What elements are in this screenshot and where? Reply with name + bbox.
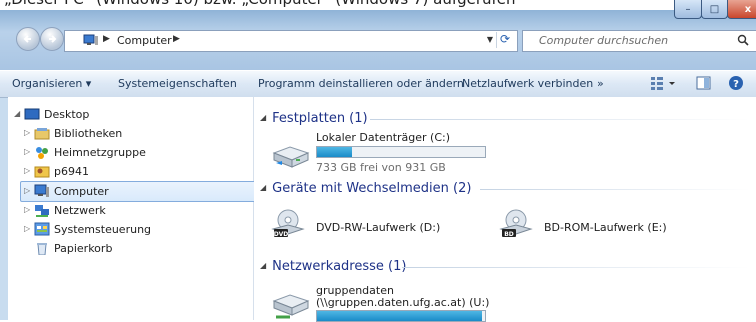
group-title: Geräte mit Wechselmedien (2) xyxy=(272,181,472,196)
group-divider xyxy=(370,119,750,120)
preview-pane-icon[interactable] xyxy=(696,75,712,91)
breadcrumb-computer[interactable]: Computer xyxy=(117,34,172,47)
bd-badge: BD xyxy=(504,231,514,238)
caption-text: „Dieser PC“ (Windows 10) bzw. „Computer“… xyxy=(4,0,516,8)
view-options-icon[interactable] xyxy=(650,75,678,91)
nav-item-network[interactable]: ▷ Netzwerk xyxy=(8,201,247,220)
group-divider xyxy=(402,267,750,268)
hard-disk-icon xyxy=(272,146,310,168)
forward-arrow-icon xyxy=(49,35,57,43)
nav-item-desktop[interactable]: ◢ Desktop xyxy=(8,105,247,124)
nav-item-computer[interactable]: ▷ Computer xyxy=(20,181,258,202)
forward-button[interactable] xyxy=(40,27,64,51)
dvd-drive-icon: DVD xyxy=(271,209,305,238)
computer-icon xyxy=(34,184,49,197)
computer-icon xyxy=(83,34,98,45)
collapsed-triangle-icon[interactable]: ▷ xyxy=(24,166,30,175)
collapsed-triangle-icon[interactable]: ▷ xyxy=(24,128,30,137)
network-icon xyxy=(35,205,49,217)
group-collapse-icon: ◢ xyxy=(260,183,267,192)
nav-label: Computer xyxy=(54,185,109,198)
drive-path: (\\gruppen.daten.ufg.ac.at) (U:) xyxy=(316,296,490,309)
address-dropdown-icon[interactable]: ▼ xyxy=(487,35,493,44)
drive-usage-bar xyxy=(316,310,486,322)
breadcrumb-chevron-icon[interactable]: ▶ xyxy=(173,34,180,44)
nav-item-libraries[interactable]: ▷ Bibliotheken xyxy=(8,124,247,143)
content-pane: ◢ Festplatten (1) Lokaler Datenträger (C:… xyxy=(254,97,756,322)
nav-item-recycle-bin[interactable]: Papierkorb xyxy=(8,239,247,258)
help-icon[interactable]: ? xyxy=(728,75,744,91)
refresh-icon[interactable]: ⟳ xyxy=(496,32,513,48)
nav-label: Papierkorb xyxy=(54,242,113,255)
collapsed-triangle-icon[interactable]: ▷ xyxy=(24,147,30,156)
collapsed-triangle-icon[interactable]: ▷ xyxy=(24,224,30,233)
homegroup-icon xyxy=(36,147,48,159)
drive-name: DVD-RW-Laufwerk (D:) xyxy=(316,221,441,234)
map-network-drive-button[interactable]: Netzlaufwerk verbinden xyxy=(462,77,593,90)
collapsed-triangle-icon[interactable]: ▷ xyxy=(24,205,30,214)
drive-free-space: 733 GB frei von 931 GB xyxy=(316,161,446,174)
breadcrumb-separator-icon[interactable]: ▶ xyxy=(103,34,110,44)
group-header-removable[interactable]: ◢ Geräte mit Wechselmedien (2) xyxy=(260,181,471,196)
navigation-pane: ◢ Desktop ▷ Bibliotheken ▷ Heimnetzgrupp… xyxy=(8,97,258,320)
group-collapse-icon: ◢ xyxy=(260,261,267,270)
collapsed-triangle-icon[interactable]: ▷ xyxy=(24,186,30,195)
recycle-bin-icon xyxy=(37,243,47,255)
drive-usage-bar xyxy=(316,146,486,158)
nav-label: Desktop xyxy=(44,108,90,121)
address-bar[interactable]: ▶ Computer ▶ ▼ ⟳ xyxy=(64,30,518,52)
organize-menu[interactable]: Organisieren ▾ xyxy=(12,77,91,90)
control-panel-icon xyxy=(34,222,50,236)
nav-label: Systemsteuerung xyxy=(54,223,152,236)
command-bar: Organisieren ▾ Systemeigenschaften Progr… xyxy=(0,70,756,98)
group-header-network-location[interactable]: ◢ Netzwerkadresse (1) xyxy=(260,259,406,274)
search-icon[interactable] xyxy=(737,34,749,46)
uninstall-program-button[interactable]: Programm deinstallieren oder ändern xyxy=(258,77,464,90)
nav-label: Bibliotheken xyxy=(54,127,123,140)
group-title: Festplatten (1) xyxy=(272,111,368,126)
close-button[interactable]: x xyxy=(727,0,756,19)
nav-label: Heimnetzgruppe xyxy=(54,146,146,159)
bd-drive-icon: BD xyxy=(499,209,533,238)
group-header-hard-disks[interactable]: ◢ Festplatten (1) xyxy=(260,111,368,126)
system-properties-button[interactable]: Systemeigenschaften xyxy=(118,77,237,90)
minimize-button[interactable]: – xyxy=(674,0,702,19)
back-arrow-icon xyxy=(23,35,31,43)
user-folder-icon xyxy=(34,166,50,178)
dvd-badge: DVD xyxy=(274,231,289,238)
drive-name: Lokaler Datenträger (C:) xyxy=(316,131,451,144)
drive-usage-fill xyxy=(317,147,353,157)
maximize-button[interactable]: □ xyxy=(701,0,728,19)
nav-item-homegroup[interactable]: ▷ Heimnetzgruppe xyxy=(8,143,247,162)
group-title: Netzwerkadresse (1) xyxy=(272,259,407,274)
more-commands-button[interactable]: » xyxy=(597,77,604,90)
nav-item-user[interactable]: ▷ p6941 xyxy=(8,162,247,181)
group-collapse-icon: ◢ xyxy=(260,113,267,122)
search-box[interactable]: Computer durchsuchen xyxy=(522,30,756,52)
svg-text:?: ? xyxy=(733,79,739,90)
nav-label: Netzwerk xyxy=(54,204,106,217)
search-input[interactable]: Computer durchsuchen xyxy=(539,34,668,47)
desktop-icon xyxy=(24,108,40,120)
nav-item-control-panel[interactable]: ▷ Systemsteuerung xyxy=(8,220,247,239)
expanded-triangle-icon[interactable]: ◢ xyxy=(14,109,20,118)
network-drive-icon xyxy=(272,294,310,319)
group-divider xyxy=(480,189,750,190)
back-button[interactable] xyxy=(16,27,40,51)
libraries-icon xyxy=(34,128,50,140)
drive-name: BD-ROM-Laufwerk (E:) xyxy=(544,221,667,234)
nav-label: p6941 xyxy=(54,165,89,178)
